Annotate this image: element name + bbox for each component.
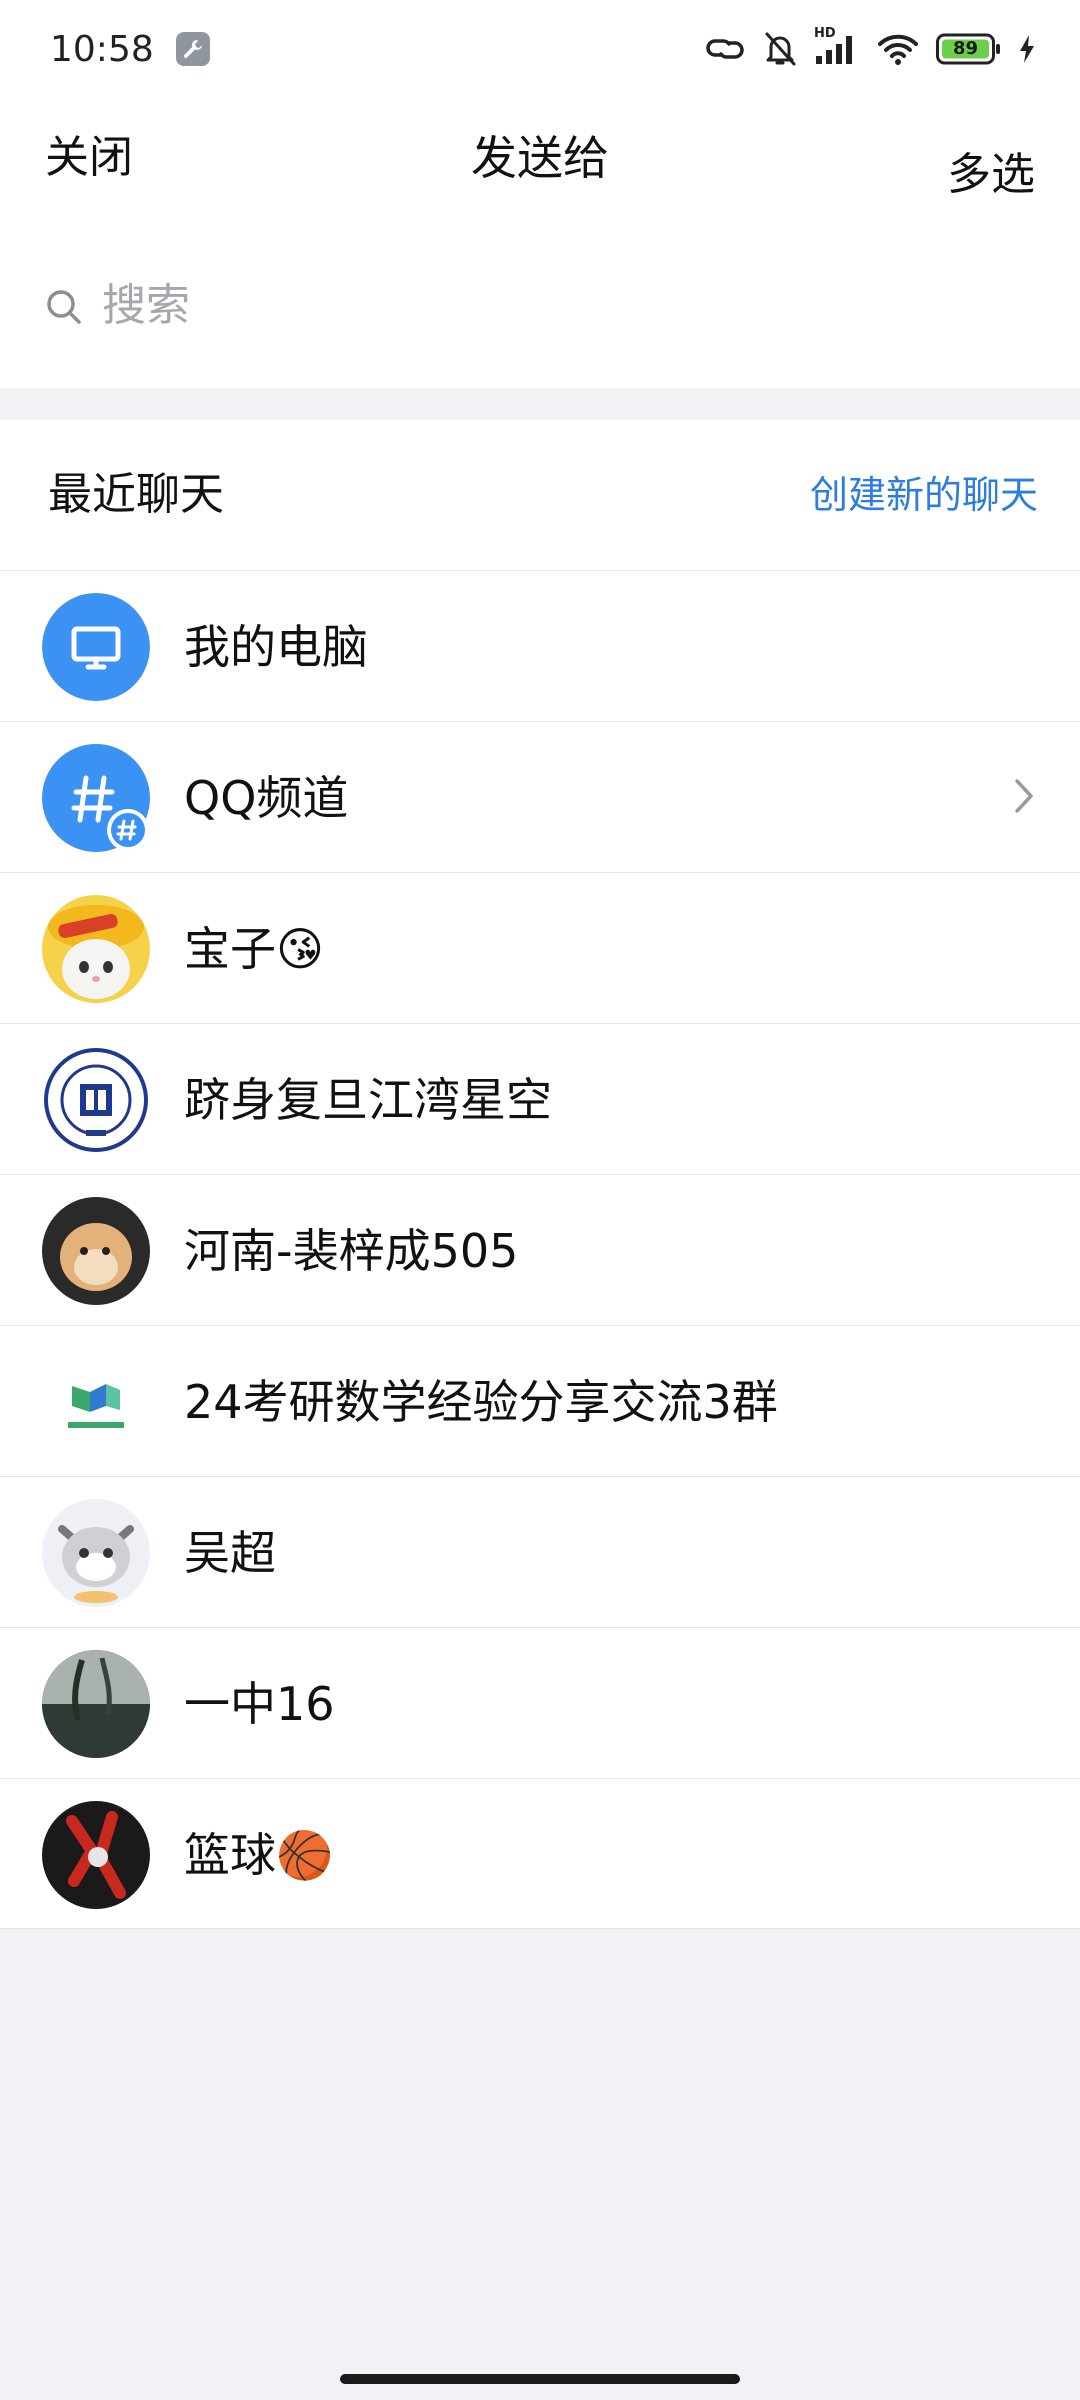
cartoon-cat-avatar — [42, 1499, 150, 1607]
page-title: 发送给 — [471, 131, 609, 185]
status-bar: 10:58 HD 89 — [0, 0, 1080, 98]
network-type-label: HD — [814, 26, 836, 41]
battery-level: 89 — [952, 38, 979, 59]
recent-chats-header: 最近聊天 创建新的聊天 — [0, 420, 1080, 570]
chat-list: 我的电脑 QQ频道 宝子😘 跻身复旦江湾星空 河南-裴梓成505 24考研数学经… — [0, 570, 1080, 1929]
chat-item-yizhong16[interactable]: 一中16 — [0, 1627, 1080, 1778]
chat-name: QQ频道 — [184, 771, 349, 825]
chat-name: 跻身复旦江湾星空 — [184, 1073, 552, 1127]
chat-item-fudan[interactable]: 跻身复旦江湾星空 — [0, 1023, 1080, 1174]
section-divider — [0, 388, 1080, 418]
chat-name: 篮球🏀 — [184, 1828, 334, 1882]
fudan-seal-avatar — [42, 1046, 150, 1154]
battery-icon: 89 — [936, 33, 1002, 65]
mute-bell-icon — [762, 30, 798, 68]
chat-name: 24考研数学经验分享交流3群 — [184, 1375, 778, 1429]
computer-icon — [42, 593, 150, 701]
chevron-right-icon — [1012, 776, 1036, 820]
mooc-kaoyan-logo — [42, 1348, 150, 1456]
search-icon — [44, 287, 84, 331]
wifi-icon — [876, 32, 920, 66]
chat-item-wuchao[interactable]: 吴超 — [0, 1476, 1080, 1627]
close-button[interactable]: 关闭 — [42, 128, 136, 188]
chat-item-my-computer[interactable]: 我的电脑 — [0, 570, 1080, 721]
chat-item-basketball[interactable]: 篮球🏀 — [0, 1778, 1080, 1929]
section-title: 最近聊天 — [48, 469, 224, 520]
chat-name: 河南-裴梓成505 — [184, 1224, 519, 1278]
lake-photo-avatar — [42, 1650, 150, 1758]
link-icon — [704, 32, 746, 66]
chat-item-henan[interactable]: 河南-裴梓成505 — [0, 1174, 1080, 1325]
chat-item-baozi[interactable]: 宝子😘 — [0, 872, 1080, 1023]
charging-bolt-icon — [1018, 34, 1036, 64]
signal-icon: HD — [814, 26, 860, 66]
nav-bar: 关闭 发送给 多选 — [0, 98, 1080, 228]
chat-name: 我的电脑 — [184, 620, 368, 674]
chat-name: 宝子😘 — [184, 922, 324, 976]
cat-photo-avatar — [42, 895, 150, 1003]
home-indicator[interactable] — [340, 2374, 740, 2384]
dark-art-avatar — [42, 1801, 150, 1909]
status-time: 10:58 — [50, 28, 154, 70]
wrench-icon — [175, 32, 210, 66]
chat-name: 一中16 — [184, 1677, 335, 1731]
multi-select-button[interactable]: 多选 — [944, 108, 1038, 242]
search-bar — [0, 228, 1080, 388]
chat-name: 吴超 — [184, 1526, 276, 1580]
create-new-chat-link[interactable]: 创建新的聊天 — [810, 470, 1038, 520]
channel-hash-icon — [42, 744, 150, 852]
chat-item-kaoyan-math[interactable]: 24考研数学经验分享交流3群 — [0, 1325, 1080, 1476]
chat-item-qq-channel[interactable]: QQ频道 — [0, 721, 1080, 872]
hamster-photo-avatar — [42, 1197, 150, 1305]
search-input[interactable] — [98, 250, 1080, 360]
